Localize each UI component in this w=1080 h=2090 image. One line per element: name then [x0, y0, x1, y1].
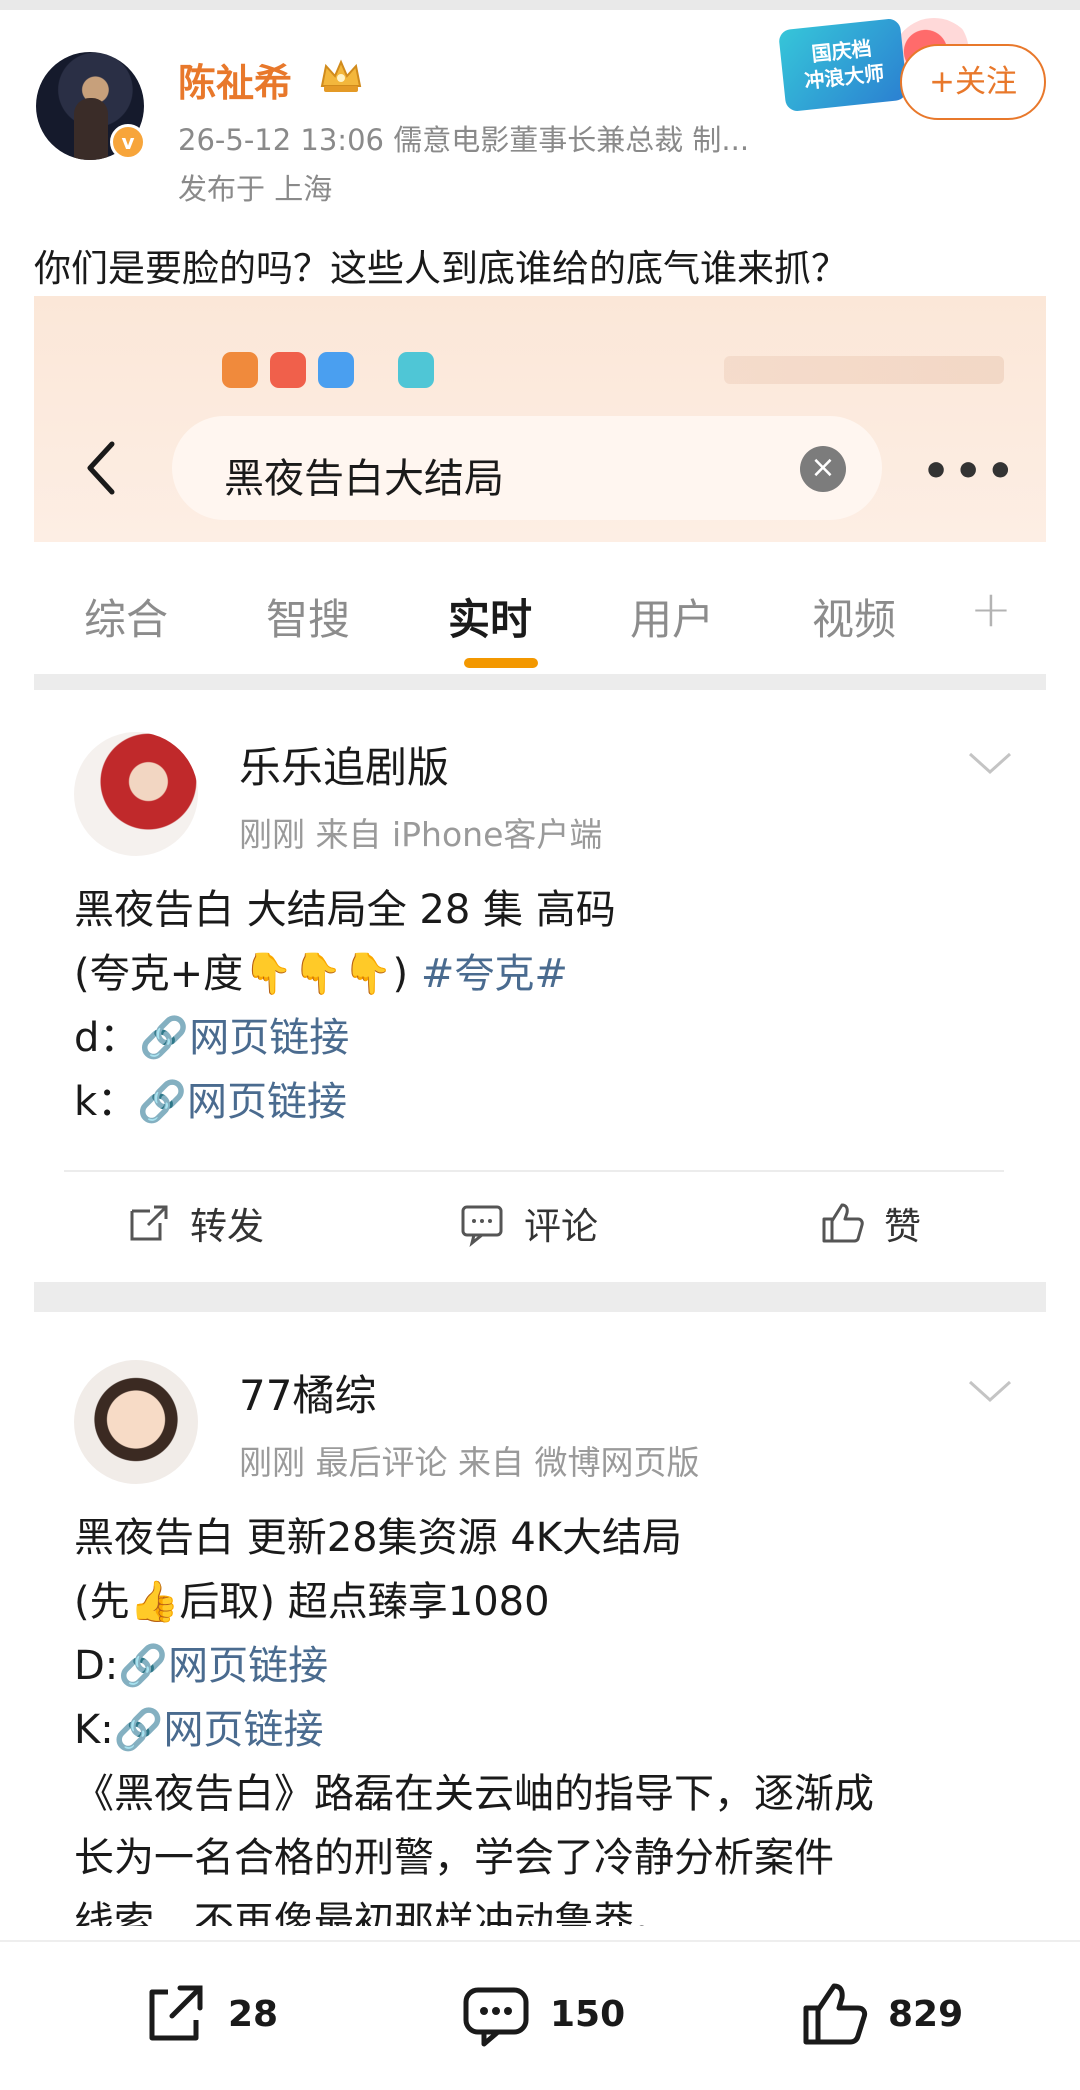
- post-meta: 刚刚 来自 iPhone客户端: [239, 815, 603, 854]
- post-line: (先👍后取) 超点臻享1080: [74, 1572, 550, 1632]
- repost-button[interactable]: 转发: [124, 1196, 264, 1250]
- like-count: 829: [888, 1993, 964, 2035]
- divider: [64, 1170, 1004, 1172]
- author-name[interactable]: 陈祉希: [178, 52, 292, 107]
- post-line-suffix: 后取) 超点臻享1080: [179, 1579, 550, 1625]
- app-icon: [270, 352, 306, 388]
- active-tab-indicator: [464, 658, 538, 668]
- comment-icon: [463, 1987, 529, 2047]
- post-line: 黑夜告白 更新28集资源 4K大结局: [74, 1515, 683, 1561]
- festival-badge-text: 国庆档 冲浪大师: [803, 36, 886, 94]
- user-name[interactable]: 77橘综: [239, 1362, 376, 1423]
- book-app-icon: [398, 352, 434, 388]
- chevron-down-icon[interactable]: [966, 1376, 1014, 1406]
- link-icon: 🔗: [113, 1707, 164, 1753]
- tab-realtime[interactable]: 实时: [448, 586, 532, 647]
- divider: [34, 674, 1046, 690]
- add-tab-icon[interactable]: +: [970, 580, 1012, 638]
- like-label: 赞: [884, 1205, 921, 1248]
- repost-count: 28: [228, 1993, 279, 2035]
- more-options-icon[interactable]: •••: [922, 446, 1018, 497]
- attached-screenshot[interactable]: 黑夜告白大结局 × ••• 综合 智搜 实时 用户 视频 + 乐乐追剧版 刚刚 …: [34, 296, 1046, 1926]
- repost-label: 转发: [190, 1205, 264, 1248]
- link-row: d：🔗网页链接: [74, 1008, 349, 1068]
- link-row: k：🔗网页链接: [74, 1072, 347, 1132]
- status-bar-signal: [724, 356, 1004, 384]
- link-prefix: K:: [74, 1707, 114, 1753]
- post-text: 你们是要脸的吗？这些人到底谁给的底气谁来抓？: [34, 247, 848, 290]
- web-link[interactable]: 网页链接: [189, 1015, 349, 1061]
- topic-hashtag[interactable]: #夸克#: [421, 951, 568, 997]
- comment-icon: [461, 1205, 503, 1247]
- comment-count: 150: [550, 1993, 626, 2035]
- user-name[interactable]: 乐乐追剧版: [239, 734, 449, 795]
- comment-count-button[interactable]: 150: [460, 1978, 625, 2050]
- thumbs-up-icon: [803, 1983, 868, 2045]
- like-button[interactable]: 赞: [818, 1196, 921, 1250]
- repost-icon: [130, 1205, 168, 1241]
- web-link[interactable]: 网页链接: [187, 1079, 347, 1125]
- link-prefix: k：: [74, 1079, 138, 1125]
- post-meta: 刚刚 最后评论 来自 微博网页版: [239, 1443, 700, 1482]
- link-icon: 🔗: [118, 1643, 169, 1689]
- chat-app-icon: [318, 352, 354, 388]
- comment-button[interactable]: 评论: [458, 1196, 598, 1250]
- tab-comprehensive[interactable]: 综合: [84, 586, 168, 647]
- link-icon: 🔗: [139, 1015, 190, 1061]
- top-edge: [0, 0, 1080, 10]
- description-line: 长为一名合格的刑警，学会了冷静分析案件: [74, 1835, 834, 1881]
- verified-badge-icon: v: [110, 124, 146, 160]
- thumbs-up-emoji: 👍: [129, 1579, 180, 1625]
- user-avatar[interactable]: [74, 732, 198, 856]
- post-line-prefix: (夸克+度: [74, 951, 244, 997]
- status-dot: [366, 352, 386, 388]
- post-line: 黑夜告白 大结局全 28 集 高码: [74, 887, 616, 933]
- web-link[interactable]: 网页链接: [164, 1707, 324, 1753]
- search-query: 黑夜告白大结局: [224, 456, 504, 502]
- follow-button[interactable]: +关注: [900, 44, 1046, 120]
- festival-badge[interactable]: 国庆档 冲浪大师: [778, 17, 908, 113]
- tab-users[interactable]: 用户: [630, 586, 714, 647]
- link-row: K:🔗网页链接: [74, 1700, 324, 1760]
- thumbs-up-icon: [822, 1203, 864, 1243]
- share-icon: [149, 1985, 203, 2041]
- description-line: 《黑夜告白》路磊在关云岫的指导下，逐渐成: [74, 1771, 874, 1817]
- status-bar-icons: [222, 352, 434, 388]
- post-line: (夸克+度👇👇👇) #夸克#: [74, 944, 568, 1004]
- tab-smart-search[interactable]: 智搜: [266, 586, 350, 647]
- clear-search-icon[interactable]: ×: [800, 446, 846, 492]
- web-link[interactable]: 网页链接: [168, 1643, 328, 1689]
- point-down-emoji: 👇👇👇: [243, 951, 393, 997]
- back-arrow-icon[interactable]: [78, 438, 126, 498]
- divider: [34, 1282, 1046, 1312]
- link-row: D:🔗网页链接: [74, 1636, 328, 1696]
- post-location: 发布于 上海: [178, 172, 333, 206]
- like-count-button[interactable]: 829: [798, 1978, 963, 2050]
- post-meta: 26-5-12 13:06 儒意电影董事长兼总裁 制...: [178, 123, 750, 157]
- repost-count-button[interactable]: 28: [138, 1978, 278, 2050]
- link-prefix: D:: [74, 1643, 119, 1689]
- post-line-prefix: (先: [74, 1579, 130, 1625]
- crown-icon: [320, 59, 362, 92]
- post-line-suffix: ): [392, 951, 409, 997]
- chevron-down-icon[interactable]: [966, 748, 1014, 778]
- link-prefix: d：: [74, 1015, 140, 1061]
- tab-videos[interactable]: 视频: [812, 586, 896, 647]
- user-avatar[interactable]: [74, 1360, 198, 1484]
- comment-label: 评论: [524, 1205, 598, 1248]
- link-icon: 🔗: [137, 1079, 187, 1125]
- description-line: 线索，不再像最初那样冲动鲁莽。: [74, 1899, 674, 1926]
- app-icon: [222, 352, 258, 388]
